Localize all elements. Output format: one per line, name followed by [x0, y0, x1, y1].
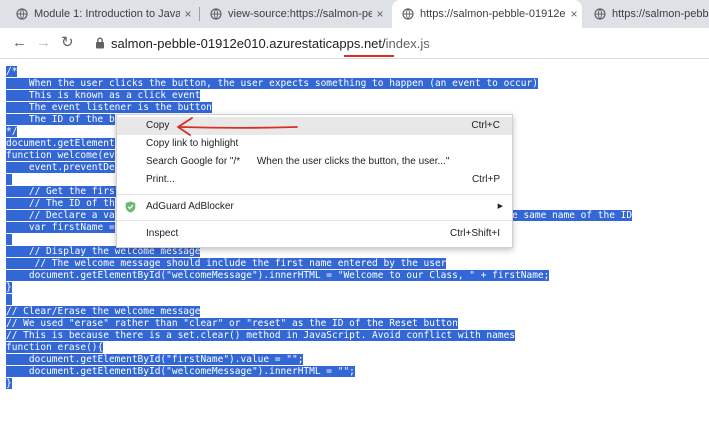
code-line-text [6, 234, 12, 245]
context-menu: Copy Ctrl+C Copy link to highlight Searc… [116, 114, 513, 248]
tab-title: https://salmon-pebble-0 [612, 8, 709, 20]
menu-item-label: AdGuard AdBlocker [146, 201, 234, 212]
code-line: document.getElementById("welcomeMessage"… [6, 270, 550, 282]
menu-item-label: Search Google for "/* When the user clic… [146, 156, 450, 167]
code-line-text: var firstName = [6, 222, 115, 233]
code-line-text: When the user clicks the button, the use… [6, 78, 538, 89]
url-host: salmon-pebble-01912e010.azurestaticapps.… [111, 36, 386, 51]
code-line-text: // Get the first [6, 186, 121, 197]
code-line: event.preventDe [6, 162, 115, 174]
code-line: // Get the first [6, 186, 121, 198]
code-line: // Declare a va [6, 210, 115, 222]
url-path: index.js [385, 36, 430, 51]
menu-item-label: Inspect [146, 228, 179, 239]
code-line [6, 234, 12, 246]
code-line [6, 294, 12, 306]
code-line-text: // We used "erase" rather than "clear" o… [6, 318, 458, 329]
code-line: document.getElement [6, 138, 115, 150]
code-line-text: document.getElementById("firstName").val… [6, 354, 304, 365]
reload-icon[interactable]: ↻ [61, 35, 74, 51]
code-line [6, 174, 12, 186]
code-line-text [6, 294, 12, 305]
menu-separator [117, 194, 512, 195]
code-line: } [6, 378, 12, 390]
menu-item-label: Copy [146, 120, 170, 131]
code-line-text: // This is because there is a set.clear(… [6, 330, 516, 341]
code-line: document.getElementById("firstName").val… [6, 354, 304, 366]
code-line: /* [6, 66, 18, 78]
code-line: // The welcome message should include th… [6, 258, 447, 270]
code-line-text: function welcome(ev [6, 150, 115, 161]
tab-bar: Module 1: Introduction to JavaScr × view… [0, 0, 709, 28]
forward-arrow-icon[interactable]: → [36, 35, 51, 51]
code-line-text: e same name of the ID [512, 210, 633, 221]
menu-item-label: Copy link to highlight [146, 138, 239, 149]
submenu-arrow-icon: ▶ [497, 203, 503, 210]
code-line: // Clear/Erase the welcome message [6, 306, 201, 318]
code-line: The event listener is the button [6, 102, 212, 114]
code-line-text: The ID of the b [6, 114, 115, 125]
menu-item-inspect[interactable]: Inspect Ctrl+Shift+I [117, 225, 512, 243]
menu-item-copy-link[interactable]: Copy link to highlight [117, 135, 512, 153]
code-line: } [6, 282, 12, 294]
code-line: document.getElementById("welcomeMessage"… [6, 366, 355, 378]
address-bar[interactable]: salmon-pebble-01912e010.azurestaticapps.… [111, 36, 430, 51]
code-line: When the user clicks the button, the use… [6, 78, 538, 90]
globe-icon [16, 8, 28, 20]
code-line: // This is because there is a set.clear(… [6, 330, 516, 342]
adguard-shield-icon [125, 201, 136, 213]
code-line-text: The event listener is the button [6, 102, 212, 113]
code-line: This is known as a click event [6, 90, 201, 102]
code-line-text: function erase(){ [6, 342, 104, 353]
code-line-text: } [6, 282, 12, 293]
code-line-text: // Declare a va [6, 210, 115, 221]
code-line: The ID of the b [6, 114, 115, 126]
code-line-text: */ [6, 126, 18, 137]
code-line: // We used "erase" rather than "clear" o… [6, 318, 458, 330]
tab-title: https://salmon-pebble-01912e010 [420, 8, 566, 20]
close-icon[interactable]: × [566, 7, 582, 21]
close-icon[interactable]: × [372, 7, 388, 21]
tab-salmon-pebble[interactable]: https://salmon-pebble-0 [584, 0, 709, 28]
menu-item-label: Print... [146, 174, 175, 185]
globe-icon [594, 8, 606, 20]
code-line: function erase(){ [6, 342, 104, 354]
code-line-text: event.preventDe [6, 162, 115, 173]
code-line-text: document.getElementById("welcomeMessage"… [6, 270, 550, 281]
code-line: // The ID of th [6, 198, 115, 210]
code-line: */ [6, 126, 18, 138]
code-line-text: This is known as a click event [6, 90, 201, 101]
code-line-text: document.getElementById("welcomeMessage"… [6, 366, 355, 377]
lock-icon[interactable] [95, 37, 105, 49]
tab-title: view-source:https://salmon-pebble [228, 8, 372, 20]
code-line-text [6, 174, 12, 185]
menu-shortcut: Ctrl+Shift+I [449, 228, 500, 239]
code-line: function welcome(ev [6, 150, 115, 162]
code-line-text: // The ID of th [6, 198, 115, 209]
menu-separator [117, 220, 512, 221]
menu-item-copy[interactable]: Copy Ctrl+C [117, 117, 512, 135]
code-line: var firstName = [6, 222, 115, 234]
code-line-text: } [6, 378, 12, 389]
code-line-text: // Clear/Erase the welcome message [6, 306, 201, 317]
menu-shortcut: Ctrl+P [471, 174, 500, 185]
globe-icon [402, 8, 414, 20]
url-underline-annotation [344, 55, 394, 57]
menu-item-search-google[interactable]: Search Google for "/* When the user clic… [117, 153, 512, 171]
tab-index-js[interactable]: https://salmon-pebble-01912e010 × [392, 0, 582, 28]
globe-icon [210, 8, 222, 20]
tab-view-source[interactable]: view-source:https://salmon-pebble × [200, 0, 388, 28]
tab-title: Module 1: Introduction to JavaScr [34, 8, 180, 20]
menu-item-print[interactable]: Print... Ctrl+P [117, 171, 512, 189]
close-icon[interactable]: × [180, 7, 196, 21]
code-line-text: // The welcome message should include th… [6, 258, 447, 269]
code-line-text: document.getElement [6, 138, 115, 149]
back-arrow-icon[interactable]: ← [12, 35, 27, 51]
tab-module-1[interactable]: Module 1: Introduction to JavaScr × [6, 0, 196, 28]
menu-item-adguard[interactable]: AdGuard AdBlocker ▶ [117, 198, 512, 216]
code-line-tail: e same name of the ID [512, 210, 633, 222]
menu-shortcut: Ctrl+C [471, 120, 500, 131]
code-line-text: /* [6, 66, 18, 77]
